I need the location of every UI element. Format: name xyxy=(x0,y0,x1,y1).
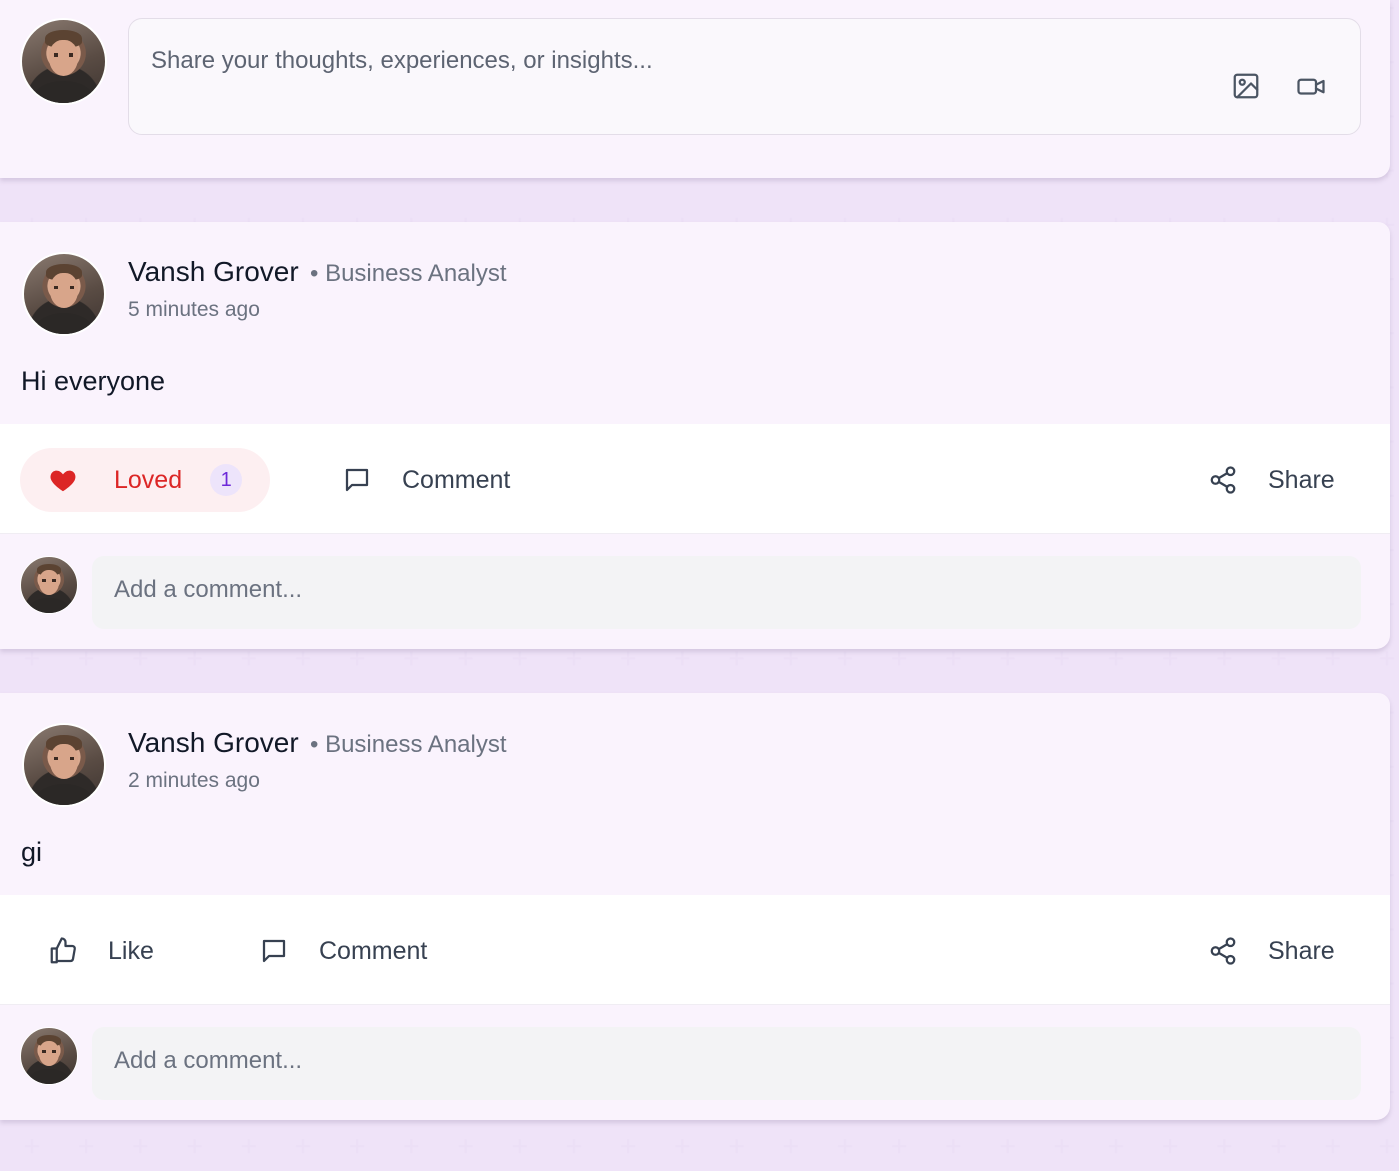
share-button[interactable]: Share xyxy=(1208,919,1335,983)
comment-row: Add a comment... xyxy=(0,1005,1390,1120)
author-name[interactable]: Vansh Grover xyxy=(128,727,299,759)
avatar[interactable] xyxy=(20,556,78,614)
share-button[interactable]: Share xyxy=(1208,448,1335,512)
comment-input[interactable]: Add a comment... xyxy=(92,556,1361,629)
avatar[interactable] xyxy=(20,18,107,105)
avatar[interactable] xyxy=(20,1027,78,1085)
comment-icon xyxy=(342,465,372,495)
author-role: • Business Analyst xyxy=(310,260,507,287)
comment-input[interactable]: Add a comment... xyxy=(92,1027,1361,1100)
author-role: • Business Analyst xyxy=(310,731,507,758)
post-content: gi xyxy=(21,837,43,867)
comment-icon xyxy=(259,936,289,966)
author-name[interactable]: Vansh Grover xyxy=(128,256,299,288)
comment-row: Add a comment... xyxy=(0,534,1390,649)
reaction-count: 1 xyxy=(210,464,243,496)
loved-button[interactable]: Loved 1 xyxy=(20,448,270,512)
image-icon[interactable] xyxy=(1231,71,1261,101)
author-avatar[interactable] xyxy=(22,252,106,336)
post-input[interactable]: Share your thoughts, experiences, or ins… xyxy=(128,18,1361,135)
author-avatar[interactable] xyxy=(22,723,106,807)
post-actions: Loved 1 Comment Share xyxy=(0,424,1390,534)
post-composer: Share your thoughts, experiences, or ins… xyxy=(0,0,1390,178)
thumbs-up-icon xyxy=(48,936,78,966)
like-button[interactable]: Like xyxy=(48,919,154,983)
share-icon xyxy=(1208,465,1238,495)
comment-button[interactable]: Comment xyxy=(342,448,510,512)
post-content: Hi everyone xyxy=(21,366,166,396)
reaction-label: Loved xyxy=(114,465,183,494)
reaction-label: Like xyxy=(108,936,154,965)
post-input-placeholder: Share your thoughts, experiences, or ins… xyxy=(151,47,653,74)
post-card: Vansh Grover • Business Analyst 2 minute… xyxy=(0,693,1390,1120)
post-actions: Like Comment Share xyxy=(0,895,1390,1005)
video-icon[interactable] xyxy=(1295,71,1325,101)
comment-button[interactable]: Comment xyxy=(259,919,427,983)
post-timestamp: 5 minutes ago xyxy=(128,298,260,321)
post-card: Vansh Grover • Business Analyst 5 minute… xyxy=(0,222,1390,649)
heart-icon xyxy=(48,465,78,495)
share-icon xyxy=(1208,936,1238,966)
post-timestamp: 2 minutes ago xyxy=(128,769,260,792)
